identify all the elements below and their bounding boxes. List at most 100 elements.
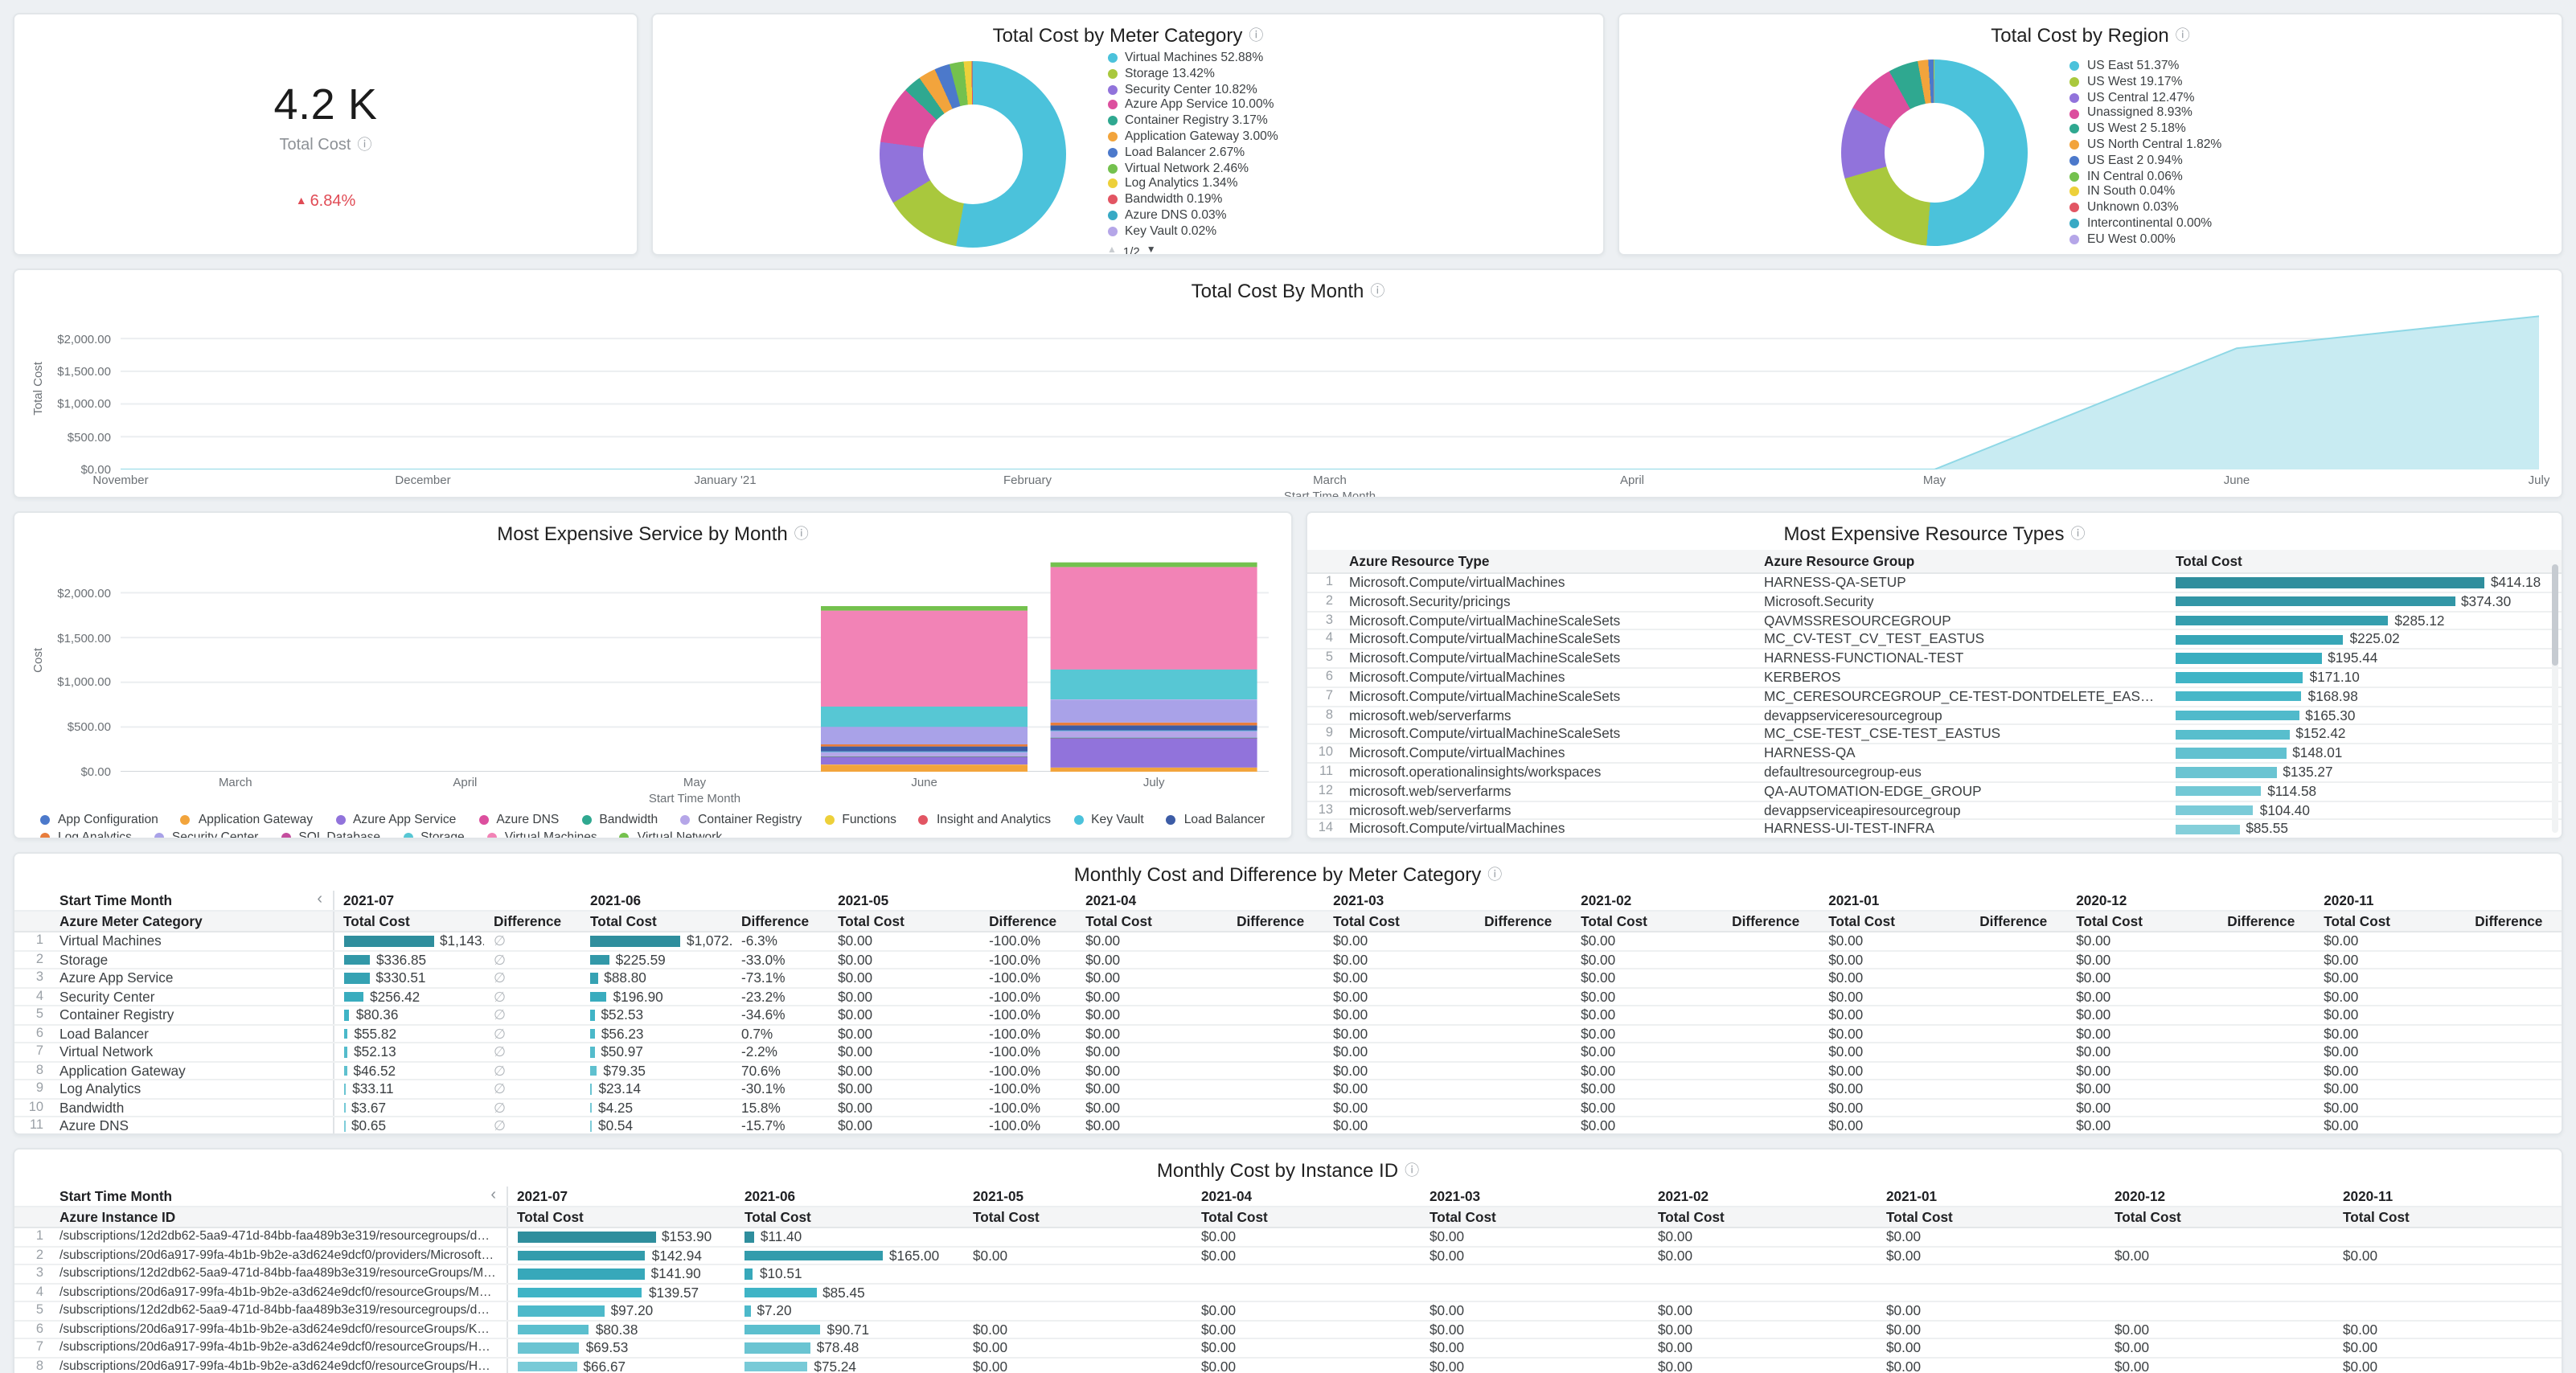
resource-type-row[interactable]: 5Microsoft.Compute/virtualMachineScaleSe… (1307, 649, 2562, 668)
subcolumn-total-cost[interactable]: Total Cost (507, 1207, 735, 1228)
info-icon[interactable]: ⓘ (1370, 284, 1384, 298)
resource-type-row[interactable]: 14Microsoft.Compute/virtualMachinesHARNE… (1307, 820, 2562, 839)
legend-item[interactable]: IN South 0.04% (2069, 186, 2340, 199)
area-plot[interactable] (121, 307, 2539, 469)
info-icon[interactable]: ⓘ (794, 527, 809, 541)
resource-type-row[interactable]: 8microsoft.web/serverfarmsdevappservicer… (1307, 706, 2562, 725)
month-header[interactable]: 2021-02 (1571, 891, 1819, 911)
meter-category-row[interactable]: 6Load Balancer$55.82∅$56.230.7%$0.00-100… (14, 1024, 2562, 1043)
subcolumn-difference[interactable]: Difference (2465, 911, 2562, 932)
subcolumn-total-cost[interactable]: Total Cost (1192, 1207, 1420, 1228)
resource-type-row[interactable]: 15Microsoft.Compute/virtualMachinesBUILD… (1307, 838, 2562, 839)
legend-item[interactable]: Security Center (154, 831, 258, 839)
meter-category-donut[interactable] (879, 62, 1065, 248)
meter-category-row[interactable]: 2Storage$336.85∅$225.59-33.0%$0.00-100.0… (14, 950, 2562, 969)
legend-item[interactable]: US West 19.17% (2069, 76, 2340, 88)
pager-up-icon[interactable]: ▲ (1107, 247, 1117, 256)
meter-category-row[interactable]: 4Security Center$256.42∅$196.90-23.2%$0.… (14, 987, 2562, 1006)
month-header[interactable]: 2021-04 (1192, 1187, 1420, 1207)
legend-item[interactable]: SQL Database (281, 831, 380, 839)
legend-item[interactable]: Azure App Service (335, 814, 456, 826)
collapse-columns-icon[interactable]: ‹ (490, 1190, 496, 1203)
resource-type-row[interactable]: 1Microsoft.Compute/virtualMachinesHARNES… (1307, 573, 2562, 592)
month-header[interactable]: 2021-06 (580, 891, 828, 911)
legend-item[interactable]: Log Analytics (40, 831, 132, 839)
resource-type-row[interactable]: 10Microsoft.Compute/virtualMachinesHARNE… (1307, 744, 2562, 763)
info-icon[interactable]: ⓘ (1487, 867, 1502, 882)
subcolumn-difference[interactable]: Difference (1475, 911, 1571, 932)
subcolumn-total-cost[interactable]: Total Cost (1877, 1207, 2105, 1228)
month-header[interactable]: 2021-05 (963, 1187, 1192, 1207)
resource-type-row[interactable]: 3Microsoft.Compute/virtualMachineScaleSe… (1307, 611, 2562, 630)
info-icon[interactable]: ⓘ (2176, 28, 2190, 43)
resource-type-row[interactable]: 2Microsoft.Security/pricingsMicrosoft.Se… (1307, 592, 2562, 612)
legend-item[interactable]: Bandwidth 0.19% (1107, 193, 1377, 206)
legend-item[interactable]: Load Balancer (1167, 814, 1265, 826)
legend-item[interactable]: US East 2 0.94% (2069, 154, 2340, 167)
info-icon[interactable]: ⓘ (1405, 1163, 1419, 1178)
resource-type-row[interactable]: 11microsoft.operationalinsights/workspac… (1307, 763, 2562, 782)
legend-item[interactable]: US North Central 1.82% (2069, 138, 2340, 151)
instance-id-row[interactable]: 5/subscriptions/12d2db62-5aa9-471d-84bb-… (14, 1301, 2562, 1320)
subcolumn-total-cost[interactable]: Total Cost (1076, 911, 1227, 932)
subcolumn-difference[interactable]: Difference (1722, 911, 1819, 932)
subcolumn-total-cost[interactable]: Total Cost (1323, 911, 1475, 932)
subcolumn-total-cost[interactable]: Total Cost (963, 1207, 1192, 1228)
meter-category-row[interactable]: 10Bandwidth$3.67∅$4.2515.8%$0.00-100.0%$… (14, 1098, 2562, 1117)
legend-item[interactable]: Application Gateway (181, 814, 313, 826)
meter-category-row[interactable]: 5Container Registry$80.36∅$52.53-34.6%$0… (14, 1006, 2562, 1024)
scrollbar-thumb[interactable] (2552, 564, 2558, 666)
subcolumn-total-cost[interactable]: Total Cost (828, 911, 979, 932)
month-header[interactable]: 2021-02 (1648, 1187, 1877, 1207)
instance-id-row[interactable]: 6/subscriptions/20d6a917-99fa-4b1b-9b2e-… (14, 1320, 2562, 1338)
instance-id-row[interactable]: 1/subscriptions/12d2db62-5aa9-471d-84bb-… (14, 1228, 2562, 1246)
instance-id-row[interactable]: 2/subscriptions/20d6a917-99fa-4b1b-9b2e-… (14, 1246, 2562, 1264)
month-header[interactable]: 2021-05 (828, 891, 1076, 911)
legend-item[interactable]: EU West 0.00% (2069, 233, 2340, 246)
subcolumn-total-cost[interactable]: Total Cost (2333, 1207, 2562, 1228)
subcolumn-total-cost[interactable]: Total Cost (735, 1207, 963, 1228)
month-header[interactable]: 2021-04 (1076, 891, 1323, 911)
month-header[interactable]: 2021-07 (333, 891, 580, 911)
stacked-bar-plot[interactable] (121, 550, 1269, 772)
collapse-columns-icon[interactable]: ‹ (317, 894, 322, 907)
column-header-resource-group[interactable]: Azure Resource Group (1754, 550, 2166, 573)
meter-category-row[interactable]: 1Virtual Machines$1,143.93∅$1,072.17-6.3… (14, 932, 2562, 950)
subcolumn-total-cost[interactable]: Total Cost (1819, 911, 1970, 932)
area-plot-svg[interactable] (121, 307, 2539, 469)
meter-category-row[interactable]: 9Log Analytics$33.11∅$23.14-30.1%$0.00-1… (14, 1080, 2562, 1098)
subcolumn-total-cost[interactable]: Total Cost (1648, 1207, 1877, 1228)
subcolumn-difference[interactable]: Difference (1227, 911, 1323, 932)
column-header-total-cost[interactable]: Total Cost (2166, 550, 2562, 573)
legend-item[interactable]: Virtual Machines (487, 831, 597, 839)
legend-item[interactable]: Log Analytics 1.34% (1107, 178, 1377, 191)
subcolumn-difference[interactable]: Difference (732, 911, 828, 932)
month-header[interactable]: 2020-11 (2314, 891, 2562, 911)
instance-id-row[interactable]: 4/subscriptions/20d6a917-99fa-4b1b-9b2e-… (14, 1283, 2562, 1301)
meter-category-row[interactable]: 11Azure DNS$0.65∅$0.54-15.7%$0.00-100.0%… (14, 1117, 2562, 1135)
month-header[interactable]: 2021-03 (1323, 891, 1571, 911)
month-header[interactable]: 2020-11 (2333, 1187, 2562, 1207)
resource-type-row[interactable]: 4Microsoft.Compute/virtualMachineScaleSe… (1307, 630, 2562, 650)
month-header[interactable]: 2021-01 (1877, 1187, 2105, 1207)
legend-item[interactable]: Virtual Network (620, 831, 722, 839)
subcolumn-total-cost[interactable]: Total Cost (2066, 911, 2217, 932)
subcolumn-total-cost[interactable]: Total Cost (2314, 911, 2465, 932)
legend-item[interactable]: App Configuration (40, 814, 158, 826)
info-icon[interactable]: ⓘ (1249, 28, 1263, 43)
legend-item[interactable]: Storage 13.42% (1107, 68, 1377, 80)
month-header[interactable]: 2021-01 (1819, 891, 2066, 911)
meter-category-row[interactable]: 3Azure App Service$330.51∅$88.80-73.1%$0… (14, 969, 2562, 987)
instance-id-row[interactable]: 3/subscriptions/12d2db62-5aa9-471d-84bb-… (14, 1264, 2562, 1283)
legend-item[interactable]: Key Vault 0.02% (1107, 225, 1377, 238)
legend-item[interactable]: Key Vault (1073, 814, 1144, 826)
scrollbar[interactable] (2552, 564, 2558, 833)
legend-item[interactable]: IN Central 0.06% (2069, 170, 2340, 182)
meter-category-row[interactable]: 8Application Gateway$46.52∅$79.3570.6%$0… (14, 1061, 2562, 1080)
stacked-bar-svg[interactable] (121, 550, 1269, 772)
pager-down-icon[interactable]: ▼ (1146, 247, 1156, 256)
subcolumn-total-cost[interactable]: Total Cost (333, 911, 484, 932)
month-header[interactable]: 2020-12 (2066, 891, 2314, 911)
legend-item[interactable]: Insight and Analytics (919, 814, 1051, 826)
subcolumn-difference[interactable]: Difference (484, 911, 580, 932)
